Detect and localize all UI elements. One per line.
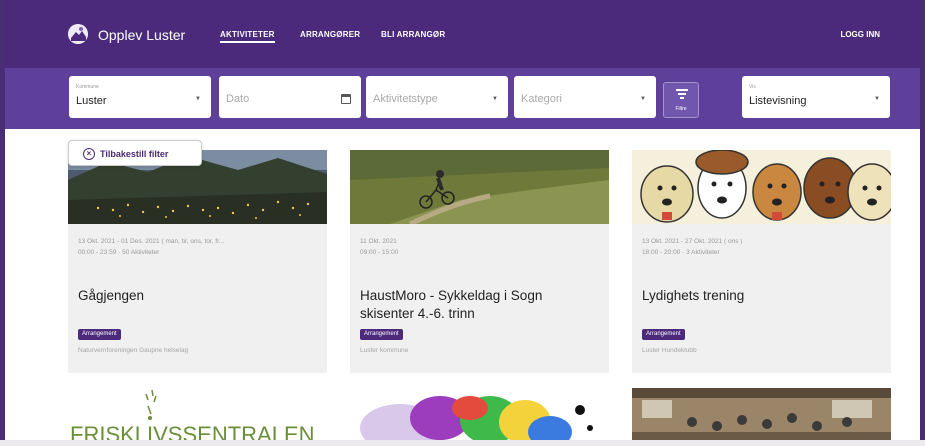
nav-activities[interactable]: AKTIVITETER bbox=[220, 30, 275, 43]
card-organizer: Naturvernforeningen Gaupne helselag bbox=[78, 347, 189, 354]
login-link[interactable]: LOGG INN bbox=[840, 30, 880, 39]
card-organizer: Luster Hundeklubb bbox=[642, 347, 697, 354]
card-organizer: Luster kommune bbox=[360, 347, 409, 354]
date-placeholder: Dato bbox=[226, 93, 250, 105]
chevron-down-icon: ▼ bbox=[874, 96, 880, 102]
close-circle-icon: × bbox=[83, 148, 95, 160]
category-badge: Arrangement bbox=[360, 329, 403, 340]
card-image-cartoon-dogs bbox=[632, 150, 891, 224]
date-field[interactable]: Dato bbox=[219, 76, 361, 118]
category-select[interactable]: Kategori ▼ bbox=[514, 76, 656, 118]
filter-bar: Kommune Luster ▼ Dato Aktivitetstype ▼ K… bbox=[5, 68, 920, 129]
chevron-down-icon: ▼ bbox=[640, 96, 646, 102]
reset-filter-button[interactable]: × Tilbakestill filter bbox=[68, 140, 202, 166]
filter-icon bbox=[676, 89, 688, 101]
card-image-hall-gathering bbox=[632, 388, 891, 446]
card-image-mountain-bike bbox=[350, 150, 609, 224]
nav-become-organizer[interactable]: BLI ARRANGØR bbox=[381, 30, 445, 39]
card-meta: 11 Okt. 2021 09:00 - 15:00 bbox=[360, 238, 399, 256]
calendar-icon[interactable] bbox=[341, 94, 351, 104]
brand-name[interactable]: Opplev Luster bbox=[98, 27, 185, 43]
activity-card[interactable]: 13 Okt. 2021 - 01 Des. 2021 ( man, tir, … bbox=[68, 150, 327, 373]
activity-type-select[interactable]: Aktivitetstype ▼ bbox=[366, 76, 508, 118]
activity-card[interactable]: 11 Okt. 2021 09:00 - 15:00 HaustMoro - S… bbox=[350, 150, 609, 373]
activity-card-partial[interactable] bbox=[632, 388, 891, 446]
view-label: Vis bbox=[749, 84, 756, 90]
filters-button-label: Filtre bbox=[675, 106, 687, 112]
activity-card-partial[interactable] bbox=[350, 388, 609, 446]
chevron-down-icon: ▼ bbox=[492, 96, 498, 102]
activity-type-placeholder: Aktivitetstype bbox=[373, 93, 438, 105]
view-select[interactable]: Vis Listevisning ▼ bbox=[742, 76, 890, 118]
window-edge-right bbox=[920, 0, 925, 446]
municipality-label: Kommune bbox=[76, 84, 99, 90]
card-title[interactable]: Lydighets trening bbox=[642, 287, 882, 305]
chevron-down-icon: ▼ bbox=[195, 96, 201, 102]
activity-card[interactable]: 13 Okt. 2021 - 27 Okt. 2021 ( ons ) 18:0… bbox=[632, 150, 891, 373]
card-meta: 13 Okt. 2021 - 27 Okt. 2021 ( ons ) 18:0… bbox=[642, 238, 743, 256]
activity-card-partial[interactable]: FRISKLIVSSENTRALEN bbox=[68, 388, 327, 446]
reset-filter-label: Tilbakestill filter bbox=[100, 149, 169, 159]
app-window: Opplev Luster AKTIVITETER ARRANGØRER BLI… bbox=[0, 0, 925, 446]
filters-button[interactable]: Filtre bbox=[663, 82, 699, 118]
municipality-select[interactable]: Kommune Luster ▼ bbox=[69, 76, 211, 118]
frisklivssentralen-logo: FRISKLIVSSENTRALEN bbox=[68, 388, 327, 446]
card-meta: 13 Okt. 2021 - 01 Des. 2021 ( man, tir, … bbox=[78, 238, 225, 256]
category-badge: Arrangement bbox=[78, 329, 121, 340]
card-image-paint-splash bbox=[350, 388, 609, 446]
top-navigation: Opplev Luster AKTIVITETER ARRANGØRER BLI… bbox=[5, 0, 920, 68]
municipality-value: Luster bbox=[76, 95, 107, 107]
category-placeholder: Kategori bbox=[521, 93, 562, 105]
card-title[interactable]: HaustMoro - Sykkeldag i Sogn skisenter 4… bbox=[360, 287, 600, 323]
card-title[interactable]: Gågjengen bbox=[78, 287, 318, 305]
category-badge: Arrangement bbox=[642, 329, 685, 340]
nav-organizers[interactable]: ARRANGØRER bbox=[300, 30, 360, 39]
view-value: Listevisning bbox=[749, 95, 807, 107]
logo-icon[interactable] bbox=[68, 24, 88, 44]
page-bottom-edge bbox=[0, 440, 925, 446]
